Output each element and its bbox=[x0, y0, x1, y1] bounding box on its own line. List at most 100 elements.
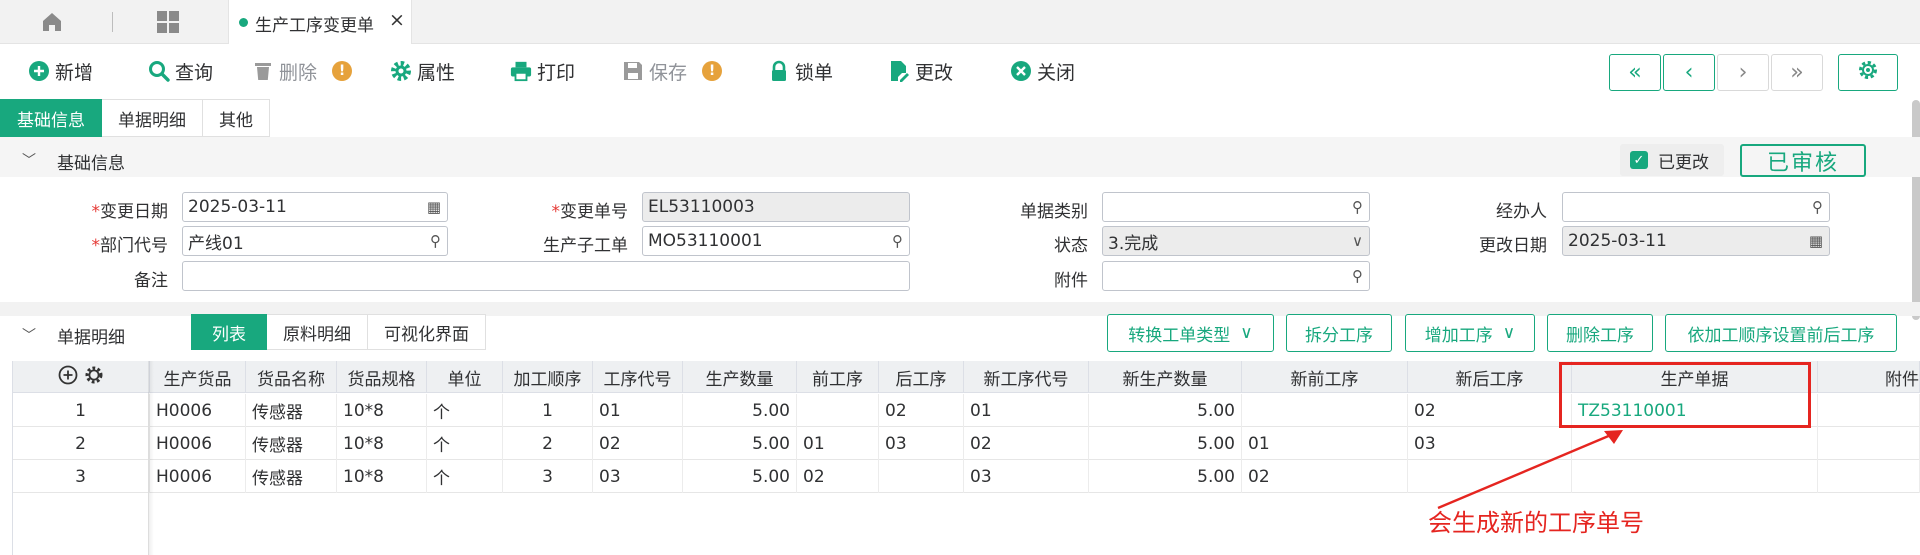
row-number: 3 bbox=[12, 460, 150, 493]
search-icon[interactable]: ⚲ bbox=[892, 232, 903, 250]
add-button[interactable]: 新增 bbox=[28, 57, 93, 85]
convert-order-type-button[interactable]: 转换工单类型 ∨ bbox=[1107, 314, 1274, 352]
cell[interactable]: 5.00 bbox=[683, 394, 797, 427]
search-icon[interactable]: ⚲ bbox=[430, 232, 441, 250]
cell[interactable]: 02 bbox=[879, 394, 964, 427]
calendar-icon[interactable]: ▦ bbox=[427, 198, 441, 216]
change-date-field[interactable]: 2025-03-11 ▦ bbox=[182, 192, 448, 222]
doc-type-field[interactable]: ⚲ bbox=[1102, 192, 1370, 222]
cell[interactable]: 10*8 bbox=[337, 427, 427, 460]
dept-field[interactable]: 产线01 ⚲ bbox=[182, 226, 448, 256]
detail-section-title: 单据明细 bbox=[57, 328, 125, 348]
cell[interactable]: 5.00 bbox=[1089, 427, 1242, 460]
cell[interactable]: 02 bbox=[797, 460, 879, 493]
save-button[interactable]: 保存 ! bbox=[622, 57, 723, 85]
close-button[interactable]: 关闭 bbox=[1010, 57, 1075, 85]
cell[interactable]: 03 bbox=[593, 460, 683, 493]
prev-record-button[interactable]: ‹ bbox=[1663, 54, 1715, 91]
cell[interactable]: 01 bbox=[797, 427, 879, 460]
cell[interactable]: 5.00 bbox=[1089, 394, 1242, 427]
cell[interactable]: 01 bbox=[964, 394, 1089, 427]
close-tab-icon[interactable]: × bbox=[389, 9, 405, 31]
cell[interactable]: 03 bbox=[964, 460, 1089, 493]
trash-icon bbox=[252, 60, 274, 82]
cell[interactable]: 2 bbox=[503, 427, 593, 460]
home-icon[interactable] bbox=[40, 10, 64, 34]
cell[interactable]: 传感器 bbox=[246, 427, 337, 460]
cell[interactable]: 5.00 bbox=[1089, 460, 1242, 493]
sub-order-field[interactable]: MO53110001 ⚲ bbox=[642, 226, 910, 256]
cell[interactable]: 02 bbox=[964, 427, 1089, 460]
first-record-button[interactable]: « bbox=[1609, 54, 1661, 91]
cell[interactable]: 3 bbox=[503, 460, 593, 493]
status-select[interactable]: 3.完成 ∨ bbox=[1102, 226, 1370, 256]
cell[interactable]: 01 bbox=[593, 394, 683, 427]
split-process-button[interactable]: 拆分工序 bbox=[1286, 314, 1392, 352]
cell[interactable]: 1 bbox=[503, 394, 593, 427]
lock-button[interactable]: 锁单 bbox=[768, 57, 833, 85]
cell[interactable]: H0006 bbox=[150, 394, 246, 427]
handler-field[interactable]: ⚲ bbox=[1562, 192, 1830, 222]
attach-field[interactable]: ⚲ bbox=[1102, 261, 1370, 291]
cell[interactable]: 传感器 bbox=[246, 460, 337, 493]
chevron-down-icon[interactable]: ﹀ bbox=[22, 150, 36, 170]
modify-button[interactable]: 更改 bbox=[888, 57, 953, 85]
query-button[interactable]: 查询 bbox=[148, 57, 213, 85]
col-header: 加工顺序 bbox=[503, 361, 593, 393]
table-left-border bbox=[12, 361, 13, 555]
properties-button[interactable]: 属性 bbox=[390, 57, 455, 85]
cell[interactable] bbox=[1818, 460, 1920, 493]
last-record-button[interactable]: » bbox=[1771, 54, 1823, 91]
chevron-down-icon[interactable]: ∨ bbox=[1352, 232, 1363, 250]
apps-grid-icon[interactable] bbox=[156, 10, 180, 34]
col-header: 新前工序 bbox=[1242, 361, 1408, 393]
tab-doc-detail[interactable]: 单据明细 bbox=[102, 99, 203, 137]
cell[interactable]: 个 bbox=[427, 394, 503, 427]
delete-process-button[interactable]: 删除工序 bbox=[1547, 314, 1653, 352]
plus-circle-icon[interactable] bbox=[58, 365, 78, 390]
cell[interactable]: 个 bbox=[427, 427, 503, 460]
cell[interactable]: 个 bbox=[427, 460, 503, 493]
calendar-icon[interactable]: ▦ bbox=[1809, 232, 1823, 250]
settings-button[interactable] bbox=[1838, 54, 1898, 91]
modify-date-field[interactable]: 2025-03-11 ▦ bbox=[1562, 226, 1830, 256]
cell[interactable]: 01 bbox=[1242, 427, 1408, 460]
add-process-button[interactable]: 增加工序 ∨ bbox=[1405, 314, 1535, 352]
cell[interactable]: 5.00 bbox=[683, 427, 797, 460]
cell[interactable] bbox=[1818, 394, 1920, 427]
cell[interactable]: 10*8 bbox=[337, 460, 427, 493]
cell[interactable]: 传感器 bbox=[246, 394, 337, 427]
change-no-field[interactable]: EL53110003 bbox=[642, 192, 910, 222]
cell[interactable] bbox=[1818, 427, 1920, 460]
view-visual[interactable]: 可视化界面 bbox=[368, 314, 486, 350]
cell[interactable] bbox=[1242, 394, 1408, 427]
print-button[interactable]: 打印 bbox=[510, 57, 575, 85]
cell[interactable]: 03 bbox=[879, 427, 964, 460]
tab-other[interactable]: 其他 bbox=[203, 99, 270, 137]
gear-icon[interactable] bbox=[84, 365, 104, 390]
set-sequence-button[interactable]: 依加工顺序设置前后工序 bbox=[1665, 314, 1897, 352]
cell[interactable]: 02 bbox=[593, 427, 683, 460]
row-number: 1 bbox=[12, 394, 150, 427]
scrollbar[interactable] bbox=[1912, 100, 1920, 320]
remark-field[interactable] bbox=[182, 261, 910, 291]
next-record-button[interactable]: › bbox=[1717, 54, 1769, 91]
search-icon[interactable]: ⚲ bbox=[1352, 198, 1363, 216]
cell[interactable]: 5.00 bbox=[683, 460, 797, 493]
search-icon[interactable]: ⚲ bbox=[1812, 198, 1823, 216]
cell[interactable]: 10*8 bbox=[337, 394, 427, 427]
view-materials[interactable]: 原料明细 bbox=[267, 314, 368, 350]
search-icon[interactable]: ⚲ bbox=[1352, 267, 1363, 285]
tab-divider bbox=[112, 12, 113, 32]
cell[interactable]: H0006 bbox=[150, 427, 246, 460]
view-list[interactable]: 列表 bbox=[191, 314, 267, 350]
cell[interactable] bbox=[797, 394, 879, 427]
tab-production-change[interactable]: 生产工序变更单 × bbox=[228, 0, 412, 44]
cell[interactable] bbox=[879, 460, 964, 493]
cell[interactable]: 02 bbox=[1242, 460, 1408, 493]
cell[interactable]: H0006 bbox=[150, 460, 246, 493]
tab-basic-info[interactable]: 基础信息 bbox=[0, 99, 102, 137]
delete-button[interactable]: 删除 ! bbox=[252, 57, 353, 85]
changed-checkbox[interactable]: ✓ 已更改 bbox=[1620, 144, 1724, 176]
chevron-down-icon[interactable]: ﹀ bbox=[22, 325, 36, 345]
